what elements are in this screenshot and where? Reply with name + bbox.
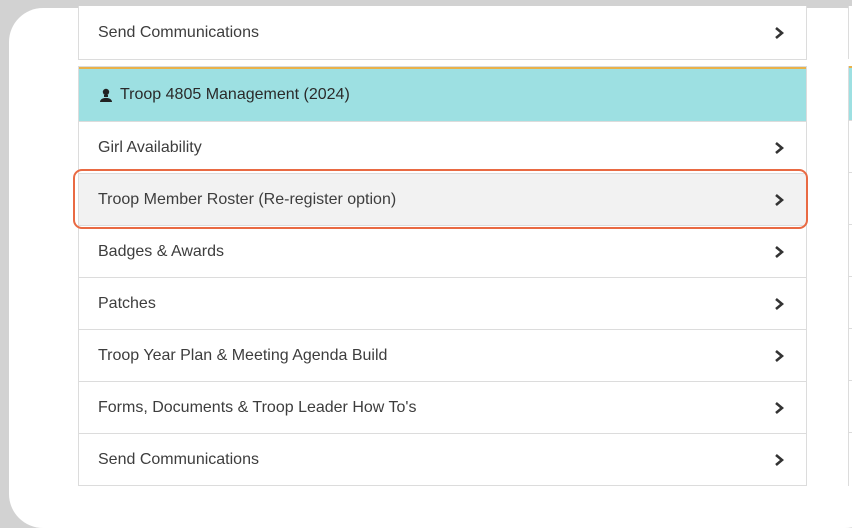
chevron-right-icon	[771, 452, 787, 468]
menu-item-label: Patches	[98, 294, 156, 312]
chevron-right-icon	[771, 296, 787, 312]
menu-item-label: Send Communications	[98, 23, 259, 41]
panel-title: Troop 4805 Management (2024)	[120, 86, 350, 103]
menu-item-girl-availability[interactable]: Girl Availability	[79, 121, 806, 173]
top-menu-list: Send Communications	[78, 6, 807, 60]
chevron-right-icon	[771, 244, 787, 260]
menu-item-troop-year-plan[interactable]: Troop Year Plan & Meeting Agenda Build	[79, 329, 806, 381]
menu-item-badges-awards[interactable]: Badges & Awards	[79, 225, 806, 277]
menu-item-send-communications-top[interactable]: Send Communications	[79, 6, 806, 59]
menu-item-patches[interactable]: Patches	[79, 277, 806, 329]
troop-management-panel: Troop 4805 Management (2024) Girl Availa…	[78, 66, 807, 486]
chevron-right-icon	[771, 400, 787, 416]
chevron-right-icon	[771, 140, 787, 156]
panel-header: Troop 4805 Management (2024)	[79, 67, 806, 121]
menu-item-label: Girl Availability	[98, 138, 202, 156]
menu-item-label: Troop Year Plan & Meeting Agenda Build	[98, 346, 388, 364]
chevron-right-icon	[771, 348, 787, 364]
chevron-right-icon	[771, 25, 787, 41]
right-panel-top-partial	[848, 6, 852, 59]
person-icon	[99, 88, 113, 102]
highlight-box	[73, 169, 808, 229]
menu-item-label: Send Communications	[98, 450, 259, 468]
right-panel-partial	[848, 66, 852, 486]
menu-item-send-communications[interactable]: Send Communications	[79, 433, 806, 485]
menu-item-forms-documents[interactable]: Forms, Documents & Troop Leader How To's	[79, 381, 806, 433]
menu-item-label: Badges & Awards	[98, 242, 225, 260]
menu-item-label: Forms, Documents & Troop Leader How To's	[98, 398, 417, 416]
